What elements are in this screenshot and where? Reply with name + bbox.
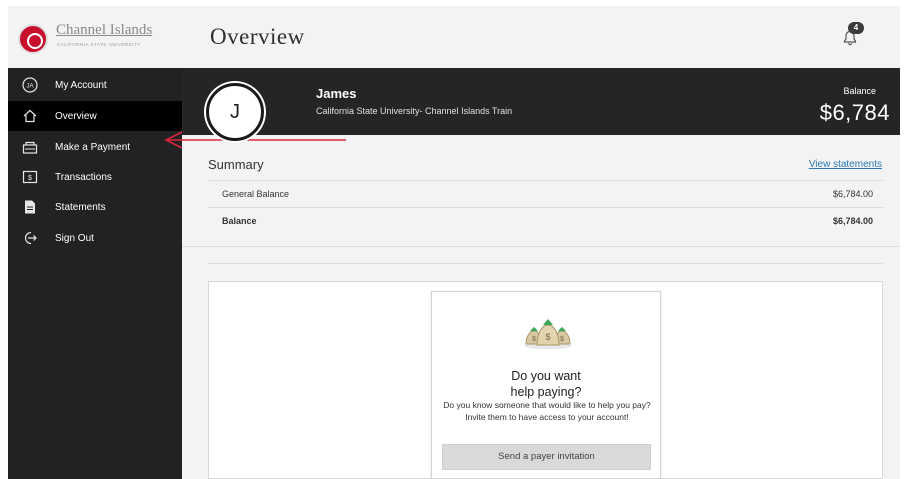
user-organization: California State University- Channel Isl… bbox=[316, 106, 513, 116]
sidebar-item-overview[interactable]: Overview bbox=[8, 101, 182, 131]
row-label: General Balance bbox=[222, 189, 290, 199]
balance-label: Balance bbox=[843, 86, 876, 96]
page-title: Overview bbox=[210, 24, 305, 49]
row-value: $6,784.00 bbox=[832, 216, 873, 226]
row-value: $6,784.00 bbox=[832, 189, 873, 199]
card-title: Do you want help paying? bbox=[432, 368, 660, 400]
view-statements-link[interactable]: View statements bbox=[809, 159, 882, 170]
svg-text:JA: JA bbox=[26, 84, 33, 90]
sidebar-item-statements[interactable]: Statements bbox=[8, 192, 182, 222]
user-name: James bbox=[316, 86, 357, 101]
account-banner: J James California State University- Cha… bbox=[182, 68, 900, 141]
payment-icon bbox=[21, 138, 39, 156]
table-row: General Balance $6,784.00 bbox=[208, 180, 883, 207]
svg-text:$: $ bbox=[28, 175, 32, 182]
card-title-line: help paying? bbox=[510, 385, 582, 399]
svg-text:$: $ bbox=[532, 336, 536, 343]
notification-badge: 4 bbox=[848, 22, 864, 34]
account-circle-icon: JA bbox=[21, 76, 39, 94]
balance-value: $6,784 bbox=[819, 100, 890, 125]
sidebar-item-label: Statements bbox=[55, 201, 106, 213]
card-title-line: Do you want bbox=[511, 369, 581, 383]
brand-subtitle: CALIFORNIA STATE UNIVERSITY bbox=[57, 42, 141, 47]
sidebar-item-my-account[interactable]: JA My Account bbox=[8, 70, 182, 100]
avatar[interactable]: J bbox=[206, 83, 264, 141]
table-row: Balance $6,784.00 bbox=[208, 207, 883, 234]
summary-divider bbox=[182, 246, 900, 247]
brand-logo[interactable]: Channel Islands CALIFORNIA STATE UNIVERS… bbox=[8, 6, 182, 68]
sidebar-item-label: Sign Out bbox=[55, 232, 94, 244]
top-header: Overview 4 bbox=[182, 6, 900, 68]
summary-title: Summary bbox=[208, 157, 264, 172]
sidebar-item-label: My Account bbox=[55, 79, 107, 91]
row-label: Balance bbox=[222, 216, 257, 226]
document-icon bbox=[21, 198, 39, 216]
sidebar-item-sign-out[interactable]: Sign Out bbox=[8, 223, 182, 253]
ci-logo-icon bbox=[18, 24, 48, 54]
sidebar-item-transactions[interactable]: $ Transactions bbox=[8, 162, 182, 192]
send-payer-invitation-button[interactable]: Send a payer invitation bbox=[442, 444, 651, 470]
section-divider bbox=[208, 263, 883, 264]
sidebar-item-label: Overview bbox=[55, 110, 97, 122]
svg-text:$: $ bbox=[560, 336, 564, 343]
svg-text:$: $ bbox=[545, 332, 550, 342]
sidebar-item-label: Transactions bbox=[55, 171, 112, 183]
app-page: Channel Islands CALIFORNIA STATE UNIVERS… bbox=[8, 6, 900, 479]
card-description: Do you know someone that would like to h… bbox=[443, 400, 651, 422]
help-paying-card: $ $ $ Do you want help paying? Do you kn… bbox=[431, 291, 661, 479]
home-icon bbox=[21, 107, 39, 125]
money-bags-icon: $ $ $ bbox=[524, 319, 572, 349]
brand-name: Channel Islands bbox=[56, 22, 153, 38]
sign-out-icon bbox=[21, 229, 39, 247]
transactions-icon: $ bbox=[21, 168, 39, 186]
sidebar-item-label: Make a Payment bbox=[55, 141, 131, 153]
